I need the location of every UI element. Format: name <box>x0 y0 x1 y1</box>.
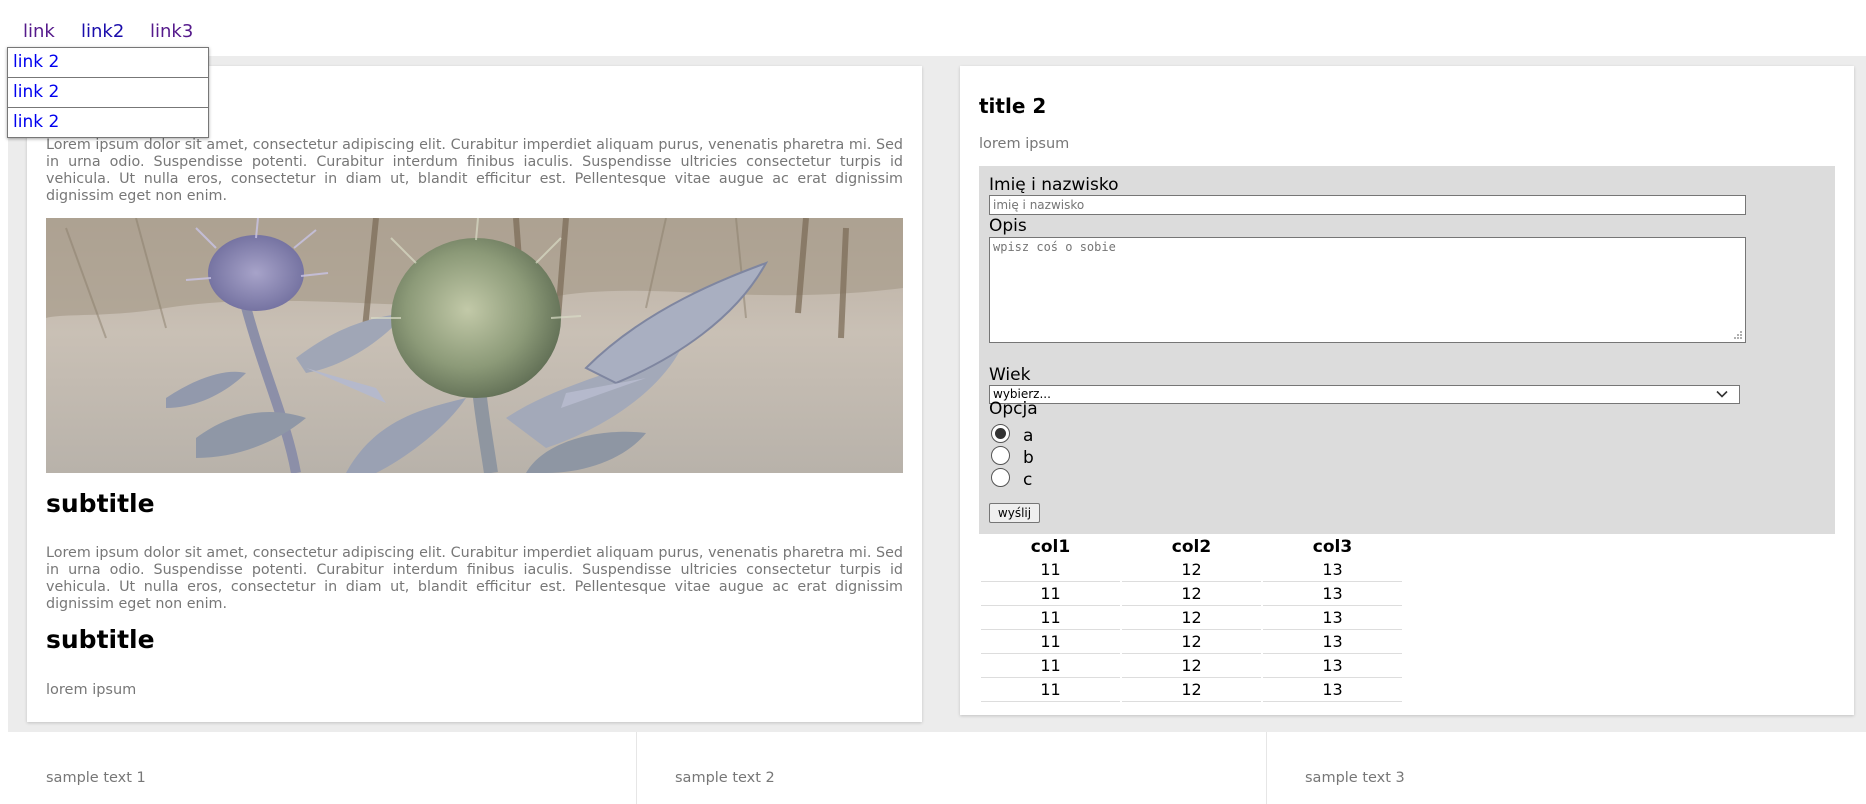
table-cell: 12 <box>1122 582 1261 606</box>
table-row: 11 12 13 <box>981 654 1402 678</box>
table-cell: 12 <box>1122 606 1261 630</box>
description-label: Opis <box>989 216 1027 236</box>
table-row: 11 12 13 <box>981 558 1402 582</box>
table-cell: 13 <box>1263 582 1402 606</box>
nav-dropdown-menu: link 2 link 2 link 2 <box>7 47 209 138</box>
table-row: 11 12 13 <box>981 630 1402 654</box>
table-cell: 13 <box>1263 654 1402 678</box>
table-cell: 11 <box>981 678 1120 702</box>
subtitle-2: subtitle <box>46 625 155 654</box>
intro-paragraph: Lorem ipsum dolor sit amet, consectetur … <box>46 137 903 204</box>
table-row: 11 12 13 <box>981 582 1402 606</box>
main-content: Lorem ipsum dolor sit amet, consectetur … <box>8 56 1866 732</box>
description-placeholder: wpisz coś o sobie <box>993 240 1116 254</box>
radio-label-a: a <box>1023 426 1034 446</box>
thistle-photo <box>46 218 903 473</box>
name-input[interactable] <box>989 195 1746 215</box>
table-cell: 11 <box>981 654 1120 678</box>
radio-label-b: b <box>1023 448 1034 468</box>
footer-text-1: sample text 1 <box>46 770 146 786</box>
radio-option-c[interactable] <box>991 468 1010 487</box>
footer-text-3: sample text 3 <box>1305 770 1405 786</box>
right-card: title 2 lorem ipsum Imię i nazwisko Opis… <box>960 66 1854 715</box>
body-paragraph: Lorem ipsum dolor sit amet, consectetur … <box>46 545 903 612</box>
name-label: Imię i nazwisko <box>989 175 1119 195</box>
table-header-row: col1 col2 col3 <box>981 536 1402 558</box>
table-cell: 13 <box>1263 606 1402 630</box>
footer: sample text 1 sample text 2 sample text … <box>0 732 1866 804</box>
footer-column-3: sample text 3 <box>1266 732 1866 804</box>
nav-link-2[interactable]: link2 <box>81 21 124 42</box>
chevron-down-icon <box>1716 390 1728 398</box>
lorem-text-right: lorem ipsum <box>979 136 1070 152</box>
option-label: Opcja <box>989 399 1038 419</box>
table-cell: 13 <box>1263 558 1402 582</box>
radio-option-b[interactable] <box>991 446 1010 465</box>
submit-button[interactable]: wyślij <box>989 503 1040 523</box>
nav-link-3[interactable]: link3 <box>150 21 193 42</box>
age-select[interactable]: wybierz... <box>989 385 1740 404</box>
age-label: Wiek <box>989 365 1031 385</box>
radio-label-c: c <box>1023 470 1033 490</box>
table-header-cell: col2 <box>1171 537 1212 557</box>
data-table: col1 col2 col3 11 12 13 11 12 13 11 12 1… <box>979 536 1404 702</box>
footer-column-2: sample text 2 <box>636 732 1267 804</box>
table-header-cell: col1 <box>1030 537 1071 557</box>
signup-form: Imię i nazwisko Opis wpisz coś o sobie W… <box>979 166 1835 534</box>
resize-grip-icon[interactable] <box>1733 330 1743 340</box>
table-cell: 13 <box>1263 630 1402 654</box>
footer-column-1: sample text 1 <box>0 732 636 804</box>
left-card: Lorem ipsum dolor sit amet, consectetur … <box>27 66 922 722</box>
description-textarea[interactable]: wpisz coś o sobie <box>989 237 1746 343</box>
table-cell: 11 <box>981 558 1120 582</box>
top-nav: link link2 link3 <box>0 0 1866 56</box>
footer-text-2: sample text 2 <box>675 770 775 786</box>
table-row: 11 12 13 <box>981 678 1402 702</box>
dropdown-item-3[interactable]: link 2 <box>8 108 208 137</box>
table-cell: 12 <box>1122 558 1261 582</box>
table-cell: 12 <box>1122 654 1261 678</box>
subtitle-1: subtitle <box>46 489 155 518</box>
nav-link-1[interactable]: link <box>23 21 55 42</box>
table-cell: 12 <box>1122 678 1261 702</box>
card-title: title 2 <box>979 94 1047 118</box>
table-cell: 12 <box>1122 630 1261 654</box>
dropdown-item-2[interactable]: link 2 <box>8 78 208 108</box>
dropdown-item-1[interactable]: link 2 <box>8 48 208 78</box>
table-cell: 13 <box>1263 678 1402 702</box>
table-row: 11 12 13 <box>981 606 1402 630</box>
table-header-cell: col3 <box>1312 537 1353 557</box>
table-cell: 11 <box>981 606 1120 630</box>
radio-option-a[interactable] <box>991 424 1010 443</box>
table-cell: 11 <box>981 582 1120 606</box>
table-cell: 11 <box>981 630 1120 654</box>
lorem-text-left: lorem ipsum <box>46 682 137 698</box>
